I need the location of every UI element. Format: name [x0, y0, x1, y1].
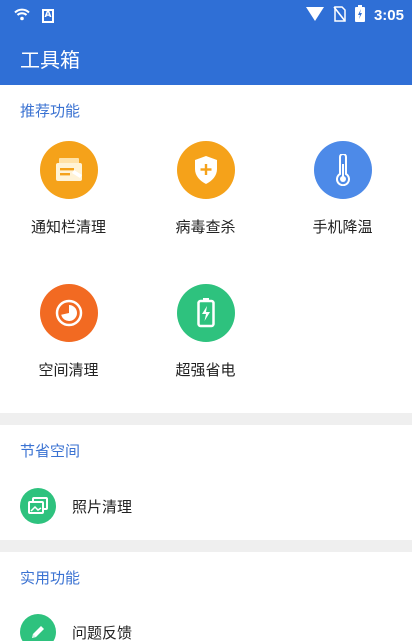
section-divider	[0, 540, 412, 552]
section-title-utilities: 实用功能	[20, 569, 81, 587]
section-title-recommend: 推荐功能	[20, 102, 81, 120]
list-item-label: 问题反馈	[72, 623, 133, 641]
status-time: 3:05	[373, 7, 404, 24]
tile-label: 手机降温	[312, 218, 373, 236]
list-item-photo-clean[interactable]: 照片清理	[0, 478, 412, 534]
signal-icon	[305, 6, 324, 25]
pie-chart-icon	[39, 284, 98, 342]
sim-none-icon	[333, 5, 346, 26]
notification-clean-icon	[39, 141, 98, 199]
tile-label: 空间清理	[38, 361, 99, 379]
thermometer-icon	[313, 141, 372, 199]
list-item-feedback[interactable]: 问题反馈	[0, 604, 412, 641]
page-title: 工具箱	[20, 48, 80, 72]
tile-power-saving[interactable]: 超强省电	[137, 284, 274, 380]
tile-phone-cooling[interactable]: 手机降温	[274, 141, 411, 237]
tile-space-clean[interactable]: 空间清理	[0, 284, 137, 380]
list-item-label: 照片清理	[72, 497, 133, 516]
photos-icon	[20, 488, 56, 524]
wifi-icon	[14, 6, 30, 25]
pencil-icon	[20, 614, 56, 641]
section-divider	[0, 413, 412, 425]
app-header: A 3:05 工具箱	[0, 0, 412, 85]
battery-icon	[176, 284, 235, 342]
tile-notification-clean[interactable]: 通知栏清理	[0, 141, 137, 237]
battery-charging-icon	[354, 5, 365, 26]
tile-virus-scan[interactable]: 病毒查杀	[137, 141, 274, 237]
section-title-save-space: 节省空间	[20, 442, 81, 460]
shield-plus-icon	[176, 141, 235, 199]
tile-label: 病毒查杀	[175, 218, 236, 236]
a-notification-icon: A	[42, 8, 54, 23]
tile-label: 通知栏清理	[30, 218, 106, 236]
tile-label: 超强省电	[175, 361, 236, 379]
status-bar: A 3:05	[0, 0, 412, 28]
